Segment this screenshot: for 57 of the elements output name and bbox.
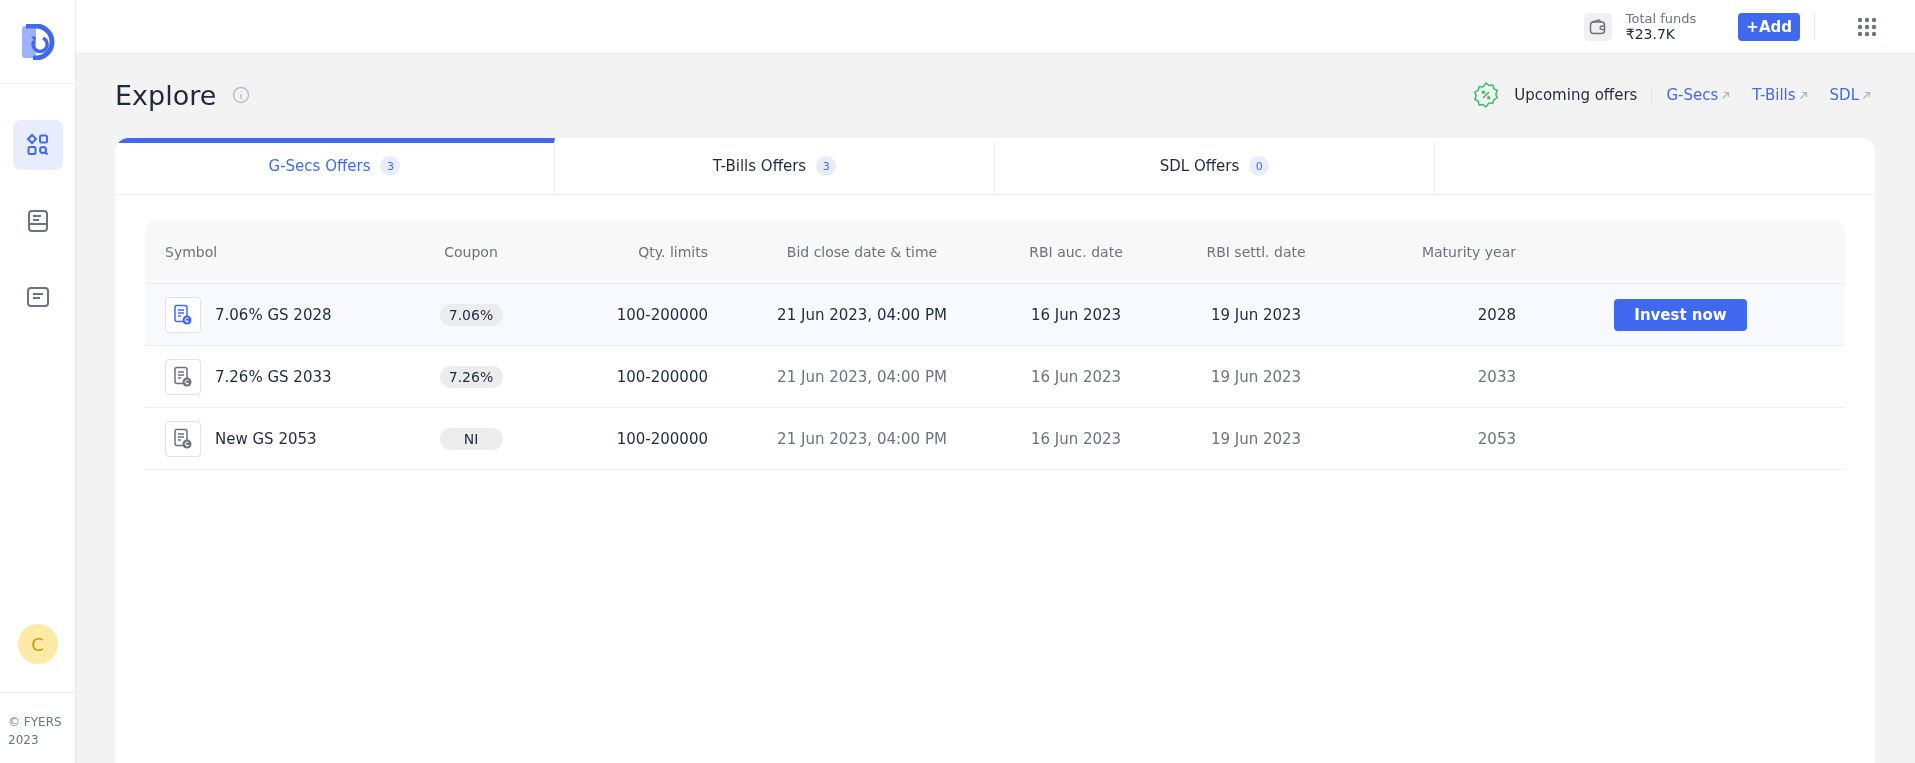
funds-value: ₹23.7K [1625,26,1677,42]
maturity-cell: 2033 [1477,367,1516,386]
settlement-date-cell: 19 Jun 2023 [1210,429,1302,448]
qty-cell: 100-200000 [616,367,708,386]
maturity-cell: 2053 [1477,429,1516,448]
external-arrow-icon [1862,90,1871,100]
symbol-cell: New GS 2053 [215,429,317,448]
settlement-date-cell: 19 Jun 2023 [1210,305,1302,324]
funds-label: Total funds [1625,11,1697,26]
auction-date-cell: 16 Jun 2023 [1030,305,1122,324]
auction-date-cell: 16 Jun 2023 [1030,367,1122,386]
auction-date-cell: 16 Jun 2023 [1030,429,1122,448]
apps-grid-icon[interactable] [1857,16,1877,37]
sidebar-nav-button[interactable] [12,120,63,170]
settlement-date-cell: 19 Jun 2023 [1210,367,1302,386]
bond-document-icon [173,365,193,388]
wallet-icon [1583,12,1612,41]
external-arrow-icon [1798,90,1808,100]
bid-close-cell: 21 Jun 2023, 04:00 PM [777,429,947,448]
table-row[interactable]: 7.06% GS 2028 7.06% 100-200000 21 Jun 2023, 04:00 PM 16 Jun 2023 19 Jun 2023 2028 Invest now [145,284,1845,346]
qty-cell: 100-200000 [616,429,708,448]
tab-count: 3 [380,156,401,176]
copyright-text: © FYERS 2023 [0,692,75,763]
symbol-cell: 7.06% GS 2028 [215,305,332,324]
discount-badge-icon [1472,81,1501,109]
maturity-cell: 2028 [1477,305,1516,324]
tab-count: 3 [816,156,837,176]
page-title: Explore [115,79,217,111]
explore-grid-icon [25,133,50,157]
offers-tab[interactable]: G-Secs Offers 3 [115,138,555,194]
bond-document-icon [173,303,193,326]
offer-link[interactable]: SDL [1829,86,1871,104]
upcoming-offers-label: Upcoming offers [1514,86,1638,104]
offer-link[interactable]: G-Secs [1666,86,1731,104]
column-header: Coupon [444,243,498,260]
column-header: RBI settl. date [1206,243,1306,260]
note-icon [25,286,50,308]
document-icon [26,209,49,233]
qty-cell: 100-200000 [616,305,708,324]
add-funds-button[interactable]: +Add [1738,12,1800,41]
coupon-pill: 7.06% [439,303,503,326]
column-header: Qty. limits [638,243,708,260]
bond-document-icon [173,427,193,450]
external-arrow-icon [1721,90,1731,100]
bid-close-cell: 21 Jun 2023, 04:00 PM [777,367,947,386]
bid-close-cell: 21 Jun 2023, 04:00 PM [777,305,947,324]
offer-link[interactable]: T-Bills [1752,86,1808,104]
column-header: Symbol [165,243,218,260]
column-header: Bid close date & time [786,243,938,260]
coupon-pill: 7.26% [439,365,503,388]
column-header: RBI auc. date [1029,243,1123,260]
coupon-pill: NI [439,427,503,450]
tab-count: 0 [1249,156,1270,176]
invest-now-button[interactable]: Invest now [1614,298,1747,331]
symbol-cell: 7.26% GS 2033 [215,367,332,386]
column-header: Maturity year [1421,243,1516,260]
logo-icon [20,23,55,60]
